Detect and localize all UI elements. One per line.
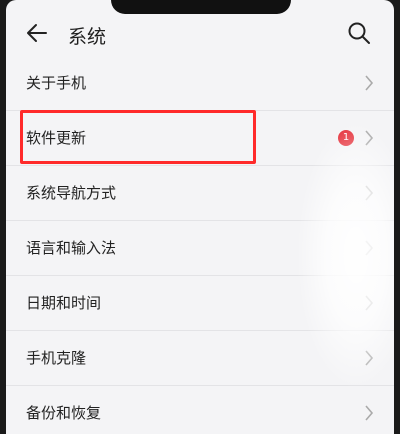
page-title: 系统 <box>68 26 107 48</box>
list-item-about-phone[interactable]: 关于手机 <box>6 56 394 110</box>
phone-screen: 系统 关于手机 软件更新 1 系统导航方式 语言和输入法 日期和时间 手机克隆 … <box>6 0 394 434</box>
list-item-label: 手机克隆 <box>26 349 87 367</box>
list-item-label: 系统导航方式 <box>26 184 117 202</box>
list-item-label: 备份和恢复 <box>26 404 102 422</box>
top-app-bar: 系统 <box>6 14 394 56</box>
list-item-phone-clone[interactable]: 手机克隆 <box>6 330 394 385</box>
chevron-right-icon <box>365 75 374 91</box>
list-item-label: 软件更新 <box>26 129 87 147</box>
settings-list: 关于手机 软件更新 1 系统导航方式 语言和输入法 日期和时间 手机克隆 备份和… <box>6 56 394 434</box>
chevron-right-icon <box>365 350 374 366</box>
chevron-right-icon <box>365 185 374 201</box>
list-item-label: 日期和时间 <box>26 294 102 312</box>
list-item-software-update[interactable]: 软件更新 1 <box>6 110 394 165</box>
chevron-right-icon <box>365 295 374 311</box>
list-item-label: 关于手机 <box>26 74 87 92</box>
chevron-right-icon <box>365 240 374 256</box>
camera-notch <box>111 0 291 14</box>
list-item-language-input[interactable]: 语言和输入法 <box>6 220 394 275</box>
back-arrow-icon[interactable] <box>24 20 50 46</box>
list-item-date-time[interactable]: 日期和时间 <box>6 275 394 330</box>
search-icon[interactable] <box>346 20 372 46</box>
list-item-label: 语言和输入法 <box>26 239 117 257</box>
notification-badge: 1 <box>338 130 354 146</box>
list-item-backup-restore[interactable]: 备份和恢复 <box>6 385 394 434</box>
chevron-right-icon <box>365 130 374 146</box>
chevron-right-icon <box>365 405 374 421</box>
list-item-navigation-mode[interactable]: 系统导航方式 <box>6 165 394 220</box>
